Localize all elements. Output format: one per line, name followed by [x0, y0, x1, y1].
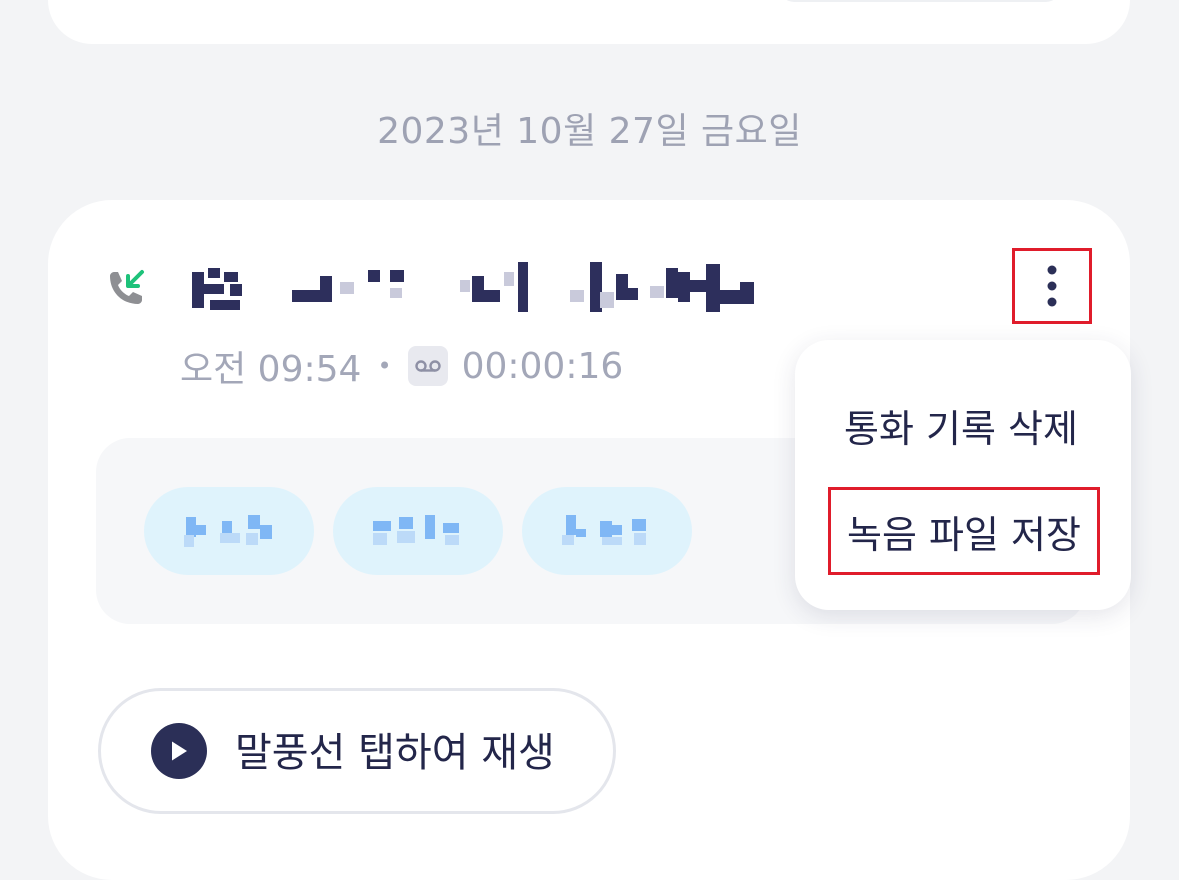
menu-item-delete-call-log[interactable]: 통화 기록 삭제 — [844, 398, 1078, 453]
play-icon — [151, 723, 207, 779]
keyword-chip[interactable] — [522, 487, 692, 575]
call-duration: 00:00:16 — [461, 345, 624, 387]
voicemail-icon — [407, 346, 448, 386]
keyword-chip[interactable] — [144, 487, 314, 575]
menu-item-save-recording[interactable]: 녹음 파일 저장 — [828, 487, 1100, 575]
chip-label-redacted — [184, 515, 272, 547]
play-button-label: 말풍선 탭하여 재생 — [235, 730, 555, 776]
date-header: 2023년 10월 27일 금요일 — [377, 111, 802, 152]
chip-label-redacted — [373, 515, 459, 545]
incoming-call-icon — [104, 268, 148, 312]
meta-separator: • — [377, 352, 392, 380]
menu-item-save-label: 녹음 파일 저장 — [847, 512, 1081, 557]
chip-label-redacted — [562, 515, 646, 545]
call-time: 오전 09:54 — [180, 349, 362, 390]
more-vertical-icon — [1047, 265, 1057, 307]
keyword-chip[interactable] — [333, 487, 503, 575]
call-meta-row: 오전 09:54 • 00:00:16 — [180, 342, 624, 391]
previous-call-card — [48, 0, 1130, 44]
more-options-button[interactable] — [1012, 248, 1092, 324]
caller-name-redacted — [190, 262, 770, 314]
previous-card-pill — [780, 0, 1060, 2]
play-recording-button[interactable]: 말풍선 탭하여 재생 — [98, 688, 616, 814]
